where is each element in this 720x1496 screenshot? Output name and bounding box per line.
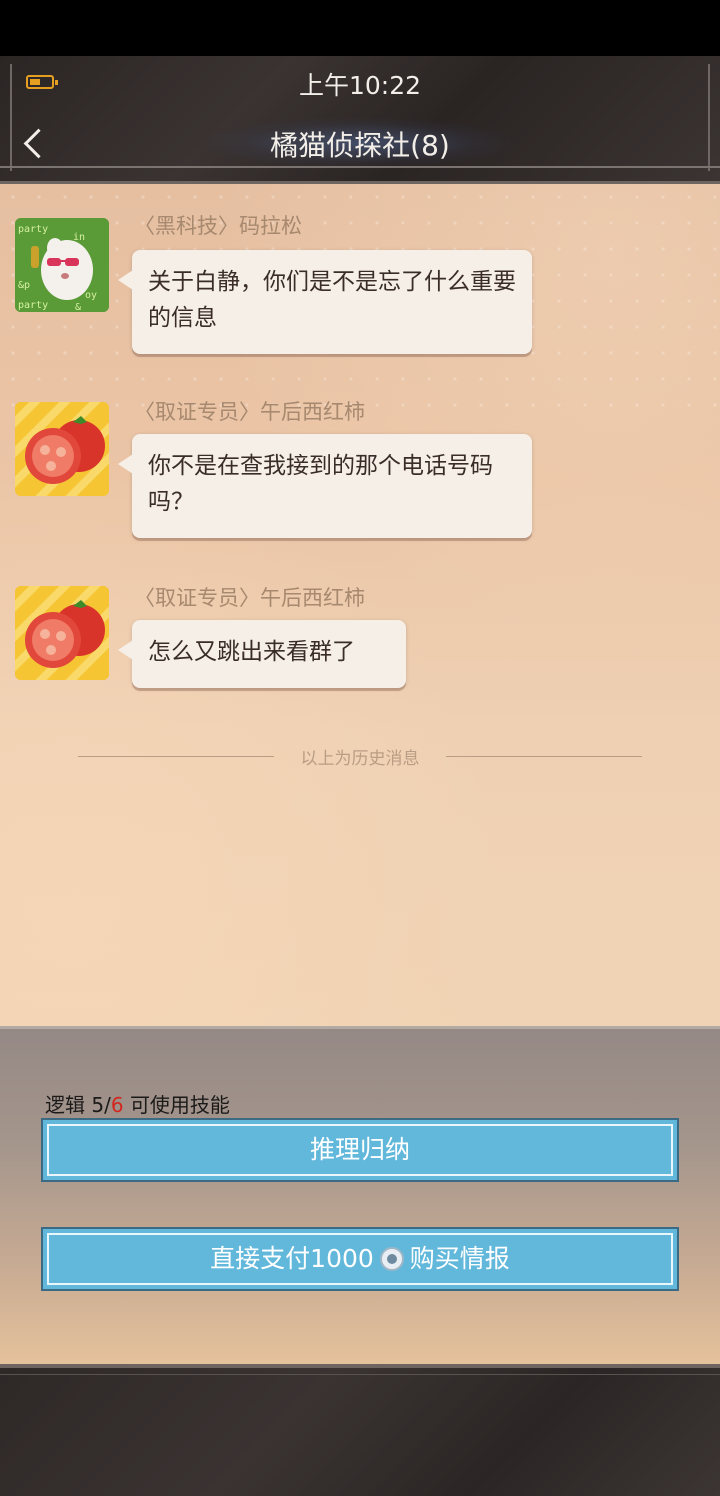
svg-text:oy: oy: [85, 290, 97, 301]
message-bubble[interactable]: 关于白静，你们是不是忘了什么重要的信息: [118, 250, 532, 354]
bottom-bar: [0, 1368, 720, 1496]
svg-text:&: &: [75, 302, 81, 312]
tomato-avatar[interactable]: [15, 402, 109, 496]
sender-name: 〈黑科技〉码拉松: [134, 214, 302, 238]
message-bubble[interactable]: 怎么又跳出来看群了: [118, 620, 406, 688]
logic-current: 5: [91, 1093, 105, 1117]
top-black-bar: [0, 0, 720, 56]
message-bubble[interactable]: 你不是在查我接到的那个电话号码吗？: [118, 434, 532, 538]
app-header: 上午10:22 橘猫侦探社(8): [0, 56, 720, 184]
history-divider: 以上为历史消息: [78, 744, 642, 769]
sender-name: 〈取证专员〉午后西红柿: [134, 586, 365, 610]
logic-status: 逻辑 5/6 可使用技能: [45, 1089, 230, 1118]
logic-required: 6: [110, 1093, 124, 1117]
logic-suffix: 可使用技能: [129, 1093, 230, 1117]
divider-line-right: [446, 756, 642, 757]
buy-prefix: 直接支付1000: [210, 1244, 374, 1273]
chat-area[interactable]: party in &p oy party & 〈黑科技〉码拉松 关于白静，你们是不是忘…: [0, 184, 720, 1026]
svg-text:party: party: [18, 300, 48, 311]
buy-suffix: 购买情报: [409, 1244, 510, 1273]
logic-separator: /: [104, 1093, 111, 1117]
svg-text:&p: &p: [18, 280, 30, 291]
buy-info-button[interactable]: 直接支付1000 购买情报: [41, 1227, 679, 1291]
party-character-avatar[interactable]: party in &p oy party &: [15, 218, 109, 312]
chat-title: 橘猫侦探社(8): [270, 129, 450, 162]
logic-label: 逻辑: [45, 1093, 85, 1117]
coin-icon: [379, 1247, 404, 1271]
skill-panel: 逻辑 5/6 可使用技能 推理归纳 直接支付1000 购买情报: [0, 1026, 720, 1368]
svg-text:in: in: [73, 232, 85, 243]
reason-button[interactable]: 推理归纳: [41, 1118, 679, 1182]
status-time: 上午10:22: [298, 71, 422, 100]
svg-text:party: party: [18, 224, 48, 235]
sender-name: 〈取证专员〉午后西红柿: [134, 400, 365, 424]
tomato-avatar[interactable]: [15, 586, 109, 680]
